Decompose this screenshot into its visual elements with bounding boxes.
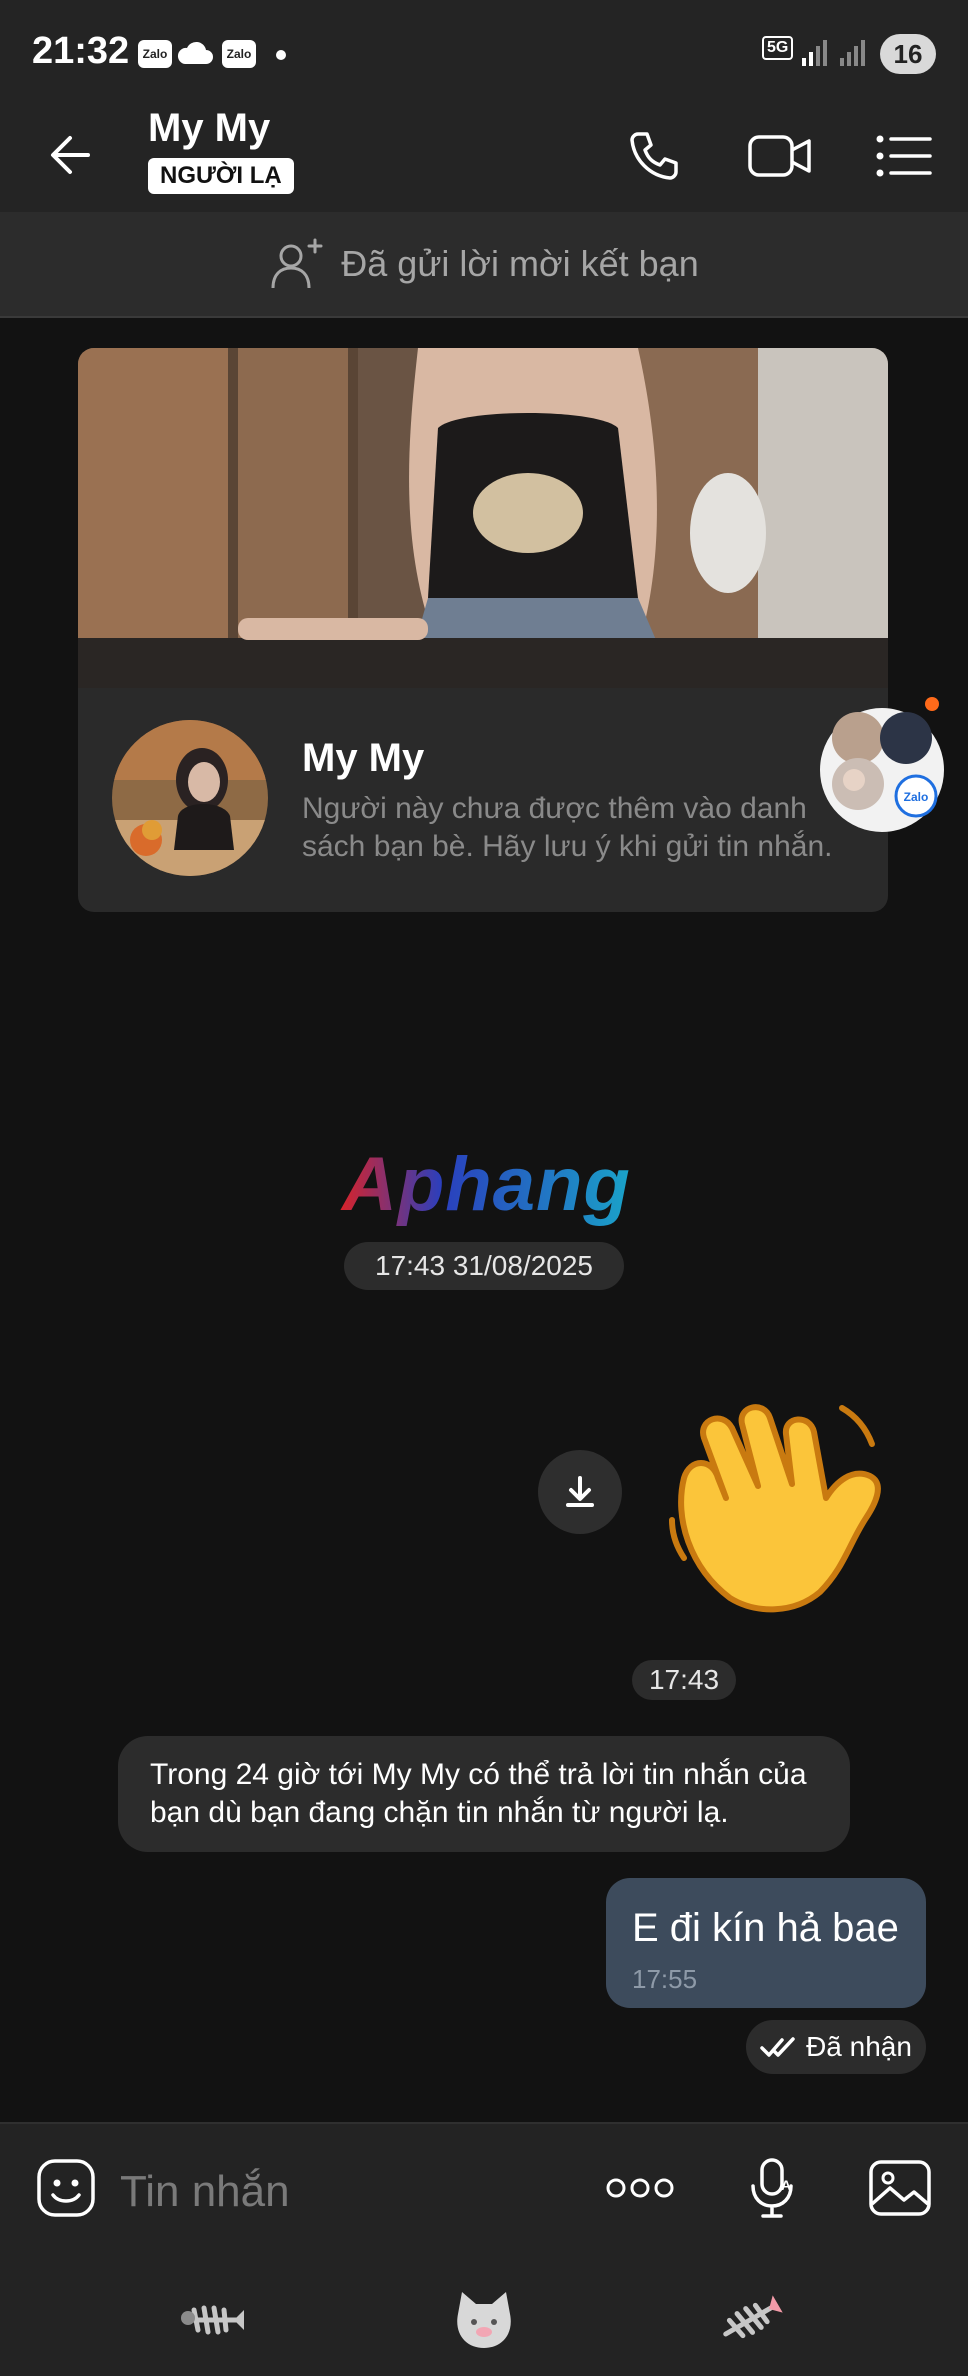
cloud-icon (176, 40, 214, 71)
download-sticker-button[interactable] (538, 1450, 622, 1534)
svg-text:Aphang: Aphang (340, 1142, 631, 1227)
outgoing-message-time: 17:55 (632, 1964, 698, 1994)
microphone-icon: A (751, 2158, 793, 2218)
stranger-warning-text: Người này chưa được thêm vào danh sách b… (302, 792, 833, 863)
sticker-button[interactable] (30, 2152, 102, 2224)
more-options-button[interactable] (600, 2156, 680, 2220)
delivery-status-badge: Đã nhận (746, 2020, 926, 2074)
double-check-icon (760, 2037, 795, 2057)
friend-request-status: Đã gửi lời mời kết bạn (341, 243, 699, 284)
fish-bone-sticker-icon[interactable] (176, 2284, 248, 2356)
floating-chat-heads[interactable]: Zalo (820, 696, 948, 840)
fish-bone-sticker-icon-2[interactable] (714, 2284, 786, 2356)
delivery-status-text: Đã nhận (806, 2031, 912, 2062)
chat-header: My My NGƯỜI LẠ (0, 100, 968, 212)
more-dots-icon (606, 2178, 674, 2198)
back-button[interactable] (40, 120, 110, 190)
contact-name[interactable]: My My (148, 106, 270, 151)
outgoing-message-bubble[interactable]: E đi kín hả bae 17:55 (606, 1878, 926, 2008)
list-menu-icon (876, 135, 932, 177)
svg-text:Zalo: Zalo (904, 790, 929, 804)
phone-icon (630, 132, 678, 180)
image-icon (869, 2160, 931, 2216)
date-separator: 17:43 31/08/2025 (344, 1242, 624, 1290)
stranger-profile-card[interactable]: My My Người này chưa được thêm vào danh … (78, 348, 888, 912)
profile-name: My My (302, 736, 425, 780)
video-call-button[interactable] (744, 120, 816, 192)
voice-call-button[interactable] (618, 120, 690, 192)
avatar[interactable] (112, 720, 268, 876)
battery-indicator: 16 (880, 34, 936, 74)
system-notice: Trong 24 giờ tới My My có thể trả lời ti… (118, 1736, 850, 1852)
zalo-notification-icon: Zalo (138, 40, 172, 68)
message-input[interactable]: Tin nhắn (120, 2160, 540, 2224)
svg-text:A: A (781, 2177, 791, 2193)
friend-request-bar[interactable]: Đã gửi lời mời kết bạn (0, 212, 968, 318)
download-icon (566, 1476, 594, 1507)
status-time: 21:32 (32, 30, 130, 72)
cat-face-sticker-icon[interactable] (448, 2284, 520, 2356)
stranger-badge: NGƯỜI LẠ (148, 158, 294, 194)
watermark-logo: Aphang (338, 1140, 638, 1247)
network-type-indicator: 5G (762, 36, 794, 60)
add-friend-icon (271, 238, 323, 289)
video-camera-icon (748, 135, 811, 177)
back-arrow-icon (51, 136, 90, 174)
photo-button[interactable] (864, 2152, 936, 2224)
sticker-timestamp: 17:43 (632, 1660, 736, 1700)
waving-hand-sticker[interactable] (660, 1398, 896, 1616)
more-notifications-dot (276, 50, 286, 60)
signal-icon (800, 38, 830, 73)
signal-icon-2 (838, 38, 868, 73)
zalo-notification-icon-2: Zalo (222, 40, 256, 68)
emoji-icon (37, 2159, 95, 2217)
chat-options-button[interactable] (868, 120, 940, 192)
message-composer: Tin nhắn A (0, 2122, 968, 2376)
status-bar: 21:32 Zalo Zalo 5G 16 (0, 0, 968, 100)
cover-photo[interactable] (78, 348, 888, 688)
voice-message-button[interactable]: A (740, 2152, 804, 2224)
outgoing-message-text: E đi kín hả bae (632, 1906, 899, 1950)
